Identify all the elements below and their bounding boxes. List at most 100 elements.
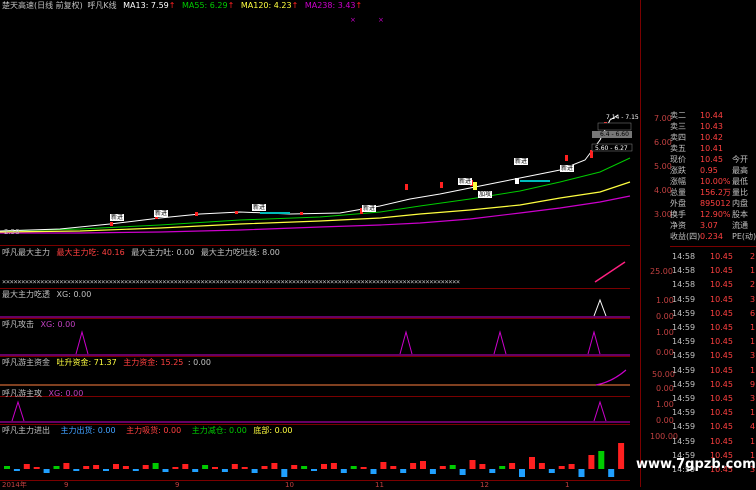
volume-bar xyxy=(519,469,525,477)
tick-volume: 1 xyxy=(750,266,756,276)
volume-bar xyxy=(558,466,565,469)
tick-price: 10.45 xyxy=(710,365,733,375)
volume-bar xyxy=(23,464,30,469)
volume-bar xyxy=(271,463,278,469)
panel2-chart xyxy=(0,298,630,318)
order-book-extra: 最高 xyxy=(732,166,748,175)
tick-time: 14:58 xyxy=(672,280,696,290)
volume-bar xyxy=(390,466,397,469)
tick-volume: 1 xyxy=(750,436,756,446)
volume-bar xyxy=(439,466,446,469)
volume-bar xyxy=(113,464,119,469)
tick-time: 14:59 xyxy=(672,408,696,418)
marker-icon: × xyxy=(378,16,384,24)
signal-badge: 新进 xyxy=(110,214,125,221)
panel-divider xyxy=(0,245,630,246)
panel5-chart xyxy=(0,400,630,423)
volume-bar xyxy=(152,463,159,469)
tick-time: 14:59 xyxy=(672,394,696,403)
stock-name: 楚天高速(日线 前复权) xyxy=(2,1,83,10)
order-book-label: 卖二 xyxy=(670,111,686,120)
date-tick: 10 xyxy=(285,481,294,489)
tick-volume: 2 xyxy=(750,280,756,290)
volume-bar xyxy=(93,465,100,469)
panel6-volume-chart xyxy=(4,443,625,477)
panel-divider xyxy=(0,424,630,425)
order-book-value: 0.234 xyxy=(700,232,723,241)
tick-volume: 1 xyxy=(750,337,756,347)
tick-price: 10.45 xyxy=(710,323,733,332)
order-book-label: 现价 xyxy=(670,155,686,164)
panel1-c: 最大主力吃吐线: 8.00 xyxy=(200,248,280,257)
tick-time: 14:59 xyxy=(672,379,696,389)
order-book-value: 0.95 xyxy=(700,166,718,175)
order-book-label: 外盘 xyxy=(670,199,686,208)
volume-bar xyxy=(449,465,456,469)
order-book-extra: 量比 xyxy=(732,188,748,197)
order-book-label: 卖四 xyxy=(670,133,686,142)
date-tick: 9 xyxy=(64,481,69,489)
order-book-extra: PE(动) xyxy=(732,232,756,241)
panel1-title: 呼凡最大主力 xyxy=(2,248,50,257)
volume-bar xyxy=(43,469,50,473)
signal-badge: 新进 xyxy=(154,210,169,217)
panel3-chart xyxy=(0,330,630,356)
main-kline-chart[interactable]: × × xyxy=(0,10,640,245)
panel-divider xyxy=(0,480,630,481)
order-book-value: 10.43 xyxy=(700,122,723,131)
tick-volume: 3 xyxy=(750,394,756,403)
tick-list[interactable]: 14:58 10.45 2 14:58 10.45 1 14:58 10.45 2 14:59 10… xyxy=(672,251,756,487)
panel6-title: 呼凡主力进出 xyxy=(2,426,50,435)
volume-bar xyxy=(162,469,169,472)
volume-bar xyxy=(499,466,506,469)
order-book-value: 10.44 xyxy=(700,111,723,120)
volume-bar xyxy=(103,469,109,471)
ma13-line xyxy=(0,114,619,232)
tick-time: 14:58 xyxy=(672,266,696,276)
volume-bar xyxy=(618,443,625,469)
volume-bar xyxy=(350,466,357,469)
volume-bar xyxy=(83,466,90,469)
volume-bar xyxy=(311,469,317,471)
order-book-label: 总量 xyxy=(670,188,686,197)
tick-time: 14:59 xyxy=(672,308,696,318)
tick-volume: 1 xyxy=(750,365,756,375)
tick-volume: 6 xyxy=(750,308,756,318)
chart-right-border xyxy=(640,0,641,487)
panel1-a: 最大主力吃: 40.16 xyxy=(56,248,125,257)
tick-volume: 3 xyxy=(750,294,756,304)
tick-price: 10.45 xyxy=(710,308,733,318)
volume-bar xyxy=(63,463,70,469)
order-book-label: 卖三 xyxy=(670,122,686,131)
panel1-axis: 25.00 xyxy=(650,267,673,276)
callout-1: 7.14 - 7.15 xyxy=(606,114,639,121)
volume-bar xyxy=(459,469,466,475)
ma120-label: MA120: 4.23 xyxy=(240,1,292,10)
ma55-line xyxy=(0,157,631,232)
volume-bar xyxy=(13,469,20,471)
signal-badge: 新进 xyxy=(560,165,575,172)
volume-bar xyxy=(410,463,417,469)
order-book-value: 10.00% xyxy=(700,177,731,186)
callout-box xyxy=(597,122,632,131)
tick-volume: 1 xyxy=(750,408,756,418)
tick-volume: 9 xyxy=(750,379,756,389)
signal-badge: 加攻 xyxy=(478,191,493,198)
volume-bar xyxy=(212,467,218,469)
volume-bar xyxy=(479,464,486,469)
panel6-c: 主力减仓: 0.00 xyxy=(191,426,247,435)
up-arrow-icon: ↑ xyxy=(355,1,363,10)
volume-bar xyxy=(132,469,139,471)
volume-bar xyxy=(400,469,407,473)
ma238-label: MA238: 3.43 xyxy=(304,1,356,10)
volume-bar xyxy=(291,465,298,469)
date-tick: 2014年 xyxy=(2,481,27,489)
signal-badge: 新进 xyxy=(252,204,267,211)
volume-bar xyxy=(221,469,228,472)
volume-bar xyxy=(429,469,436,474)
tick-list-divider xyxy=(670,246,756,247)
panel6-d: 底部: 0.00 xyxy=(253,426,293,435)
up-arrow-icon: ↑ xyxy=(291,1,299,10)
volume-bar xyxy=(182,464,189,469)
tick-price: 10.45 xyxy=(710,280,733,290)
